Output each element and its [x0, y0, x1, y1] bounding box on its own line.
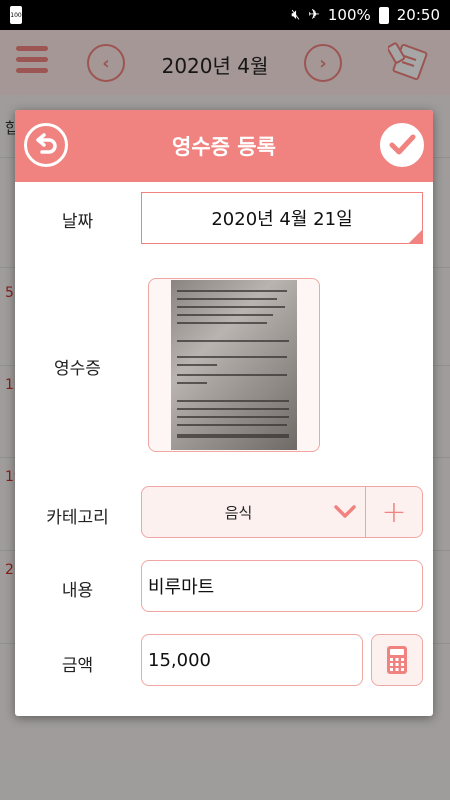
dialog-header: 영수증 등록: [15, 110, 433, 182]
battery-percent: 100%: [327, 6, 371, 24]
mute-icon: 🔇︎: [291, 7, 301, 23]
back-icon: [36, 133, 57, 154]
chevron-down-icon[interactable]: [325, 500, 365, 525]
battery-badge-text: 100: [10, 11, 22, 19]
content-input[interactable]: 비루마트: [141, 560, 423, 612]
airplane-icon: ✈: [308, 7, 320, 23]
status-bar: 100 🔇︎ ✈ 100% 20:50: [0, 0, 450, 30]
calculator-icon: [387, 646, 407, 674]
plus-icon: +: [381, 494, 407, 530]
category-value: 음식: [224, 503, 253, 522]
category-select[interactable]: 음식 +: [141, 486, 423, 538]
clock: 20:50: [396, 6, 440, 24]
confirm-button[interactable]: [380, 123, 424, 167]
receipt-register-dialog: 영수증 등록 날짜 2020년 4월 21일 영수증 카테고리 음식 + 내용 …: [15, 110, 433, 716]
date-value: 2020년 4월 21일: [211, 209, 353, 230]
receipt-image-frame[interactable]: [148, 278, 320, 452]
content-value: 비루마트: [148, 577, 215, 598]
content-label: 내용: [61, 581, 94, 601]
add-category-button[interactable]: +: [366, 495, 422, 530]
corner-marker-icon: [409, 230, 422, 243]
dialog-title: 영수증 등록: [172, 135, 276, 159]
category-label: 카테고리: [46, 508, 109, 528]
battery-badge-icon: 100: [10, 6, 22, 24]
check-icon: [389, 134, 416, 155]
back-button[interactable]: [24, 123, 68, 167]
receipt-label: 영수증: [54, 359, 101, 379]
amount-value: 15,000: [148, 649, 211, 671]
amount-input[interactable]: 15,000: [141, 634, 363, 686]
amount-label: 금액: [61, 656, 94, 676]
calculator-button[interactable]: [371, 634, 423, 686]
receipt-photo: [171, 280, 297, 450]
battery-icon: [378, 6, 389, 24]
date-label: 날짜: [61, 212, 94, 232]
date-picker[interactable]: 2020년 4월 21일: [141, 192, 423, 244]
